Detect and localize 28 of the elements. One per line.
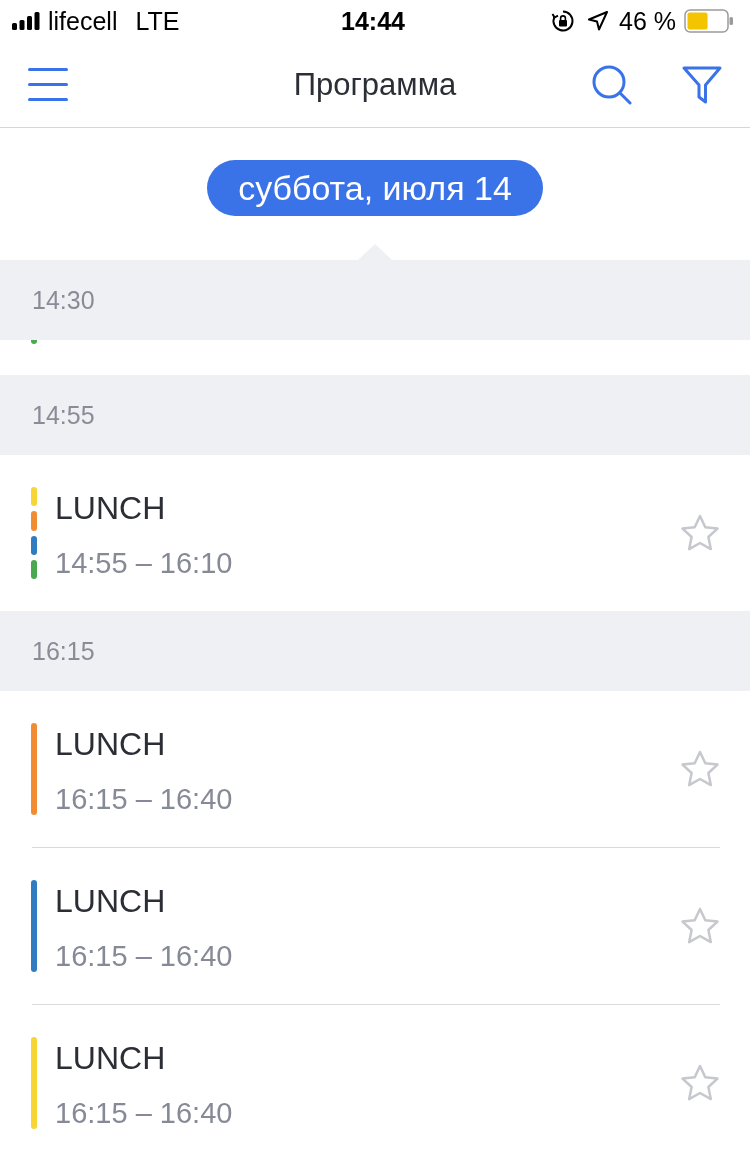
event-title: LUNCH bbox=[55, 882, 166, 921]
filter-icon[interactable] bbox=[682, 64, 722, 105]
network-type: LTE bbox=[135, 6, 180, 36]
time-slot-header: 14:30 bbox=[0, 260, 750, 340]
event-time-range: 16:15 – 16:40 bbox=[55, 939, 233, 974]
event-title: LUNCH bbox=[55, 489, 166, 528]
screen-title: Программа bbox=[293, 65, 457, 104]
star-icon[interactable] bbox=[680, 514, 720, 552]
status-time: 14:44 bbox=[341, 6, 405, 36]
event-time-range: 16:15 – 16:40 bbox=[55, 1096, 233, 1131]
star-icon[interactable] bbox=[680, 1064, 720, 1102]
date-selector-button[interactable]: суббота, июля 14 bbox=[207, 160, 543, 216]
event-time-range: 16:15 – 16:40 bbox=[55, 782, 233, 817]
star-icon[interactable] bbox=[680, 907, 720, 945]
search-icon[interactable] bbox=[592, 64, 632, 105]
carrier-name: lifecell bbox=[48, 6, 118, 36]
location-arrow-icon bbox=[587, 10, 609, 32]
time-slot-header: 14:55 bbox=[0, 375, 750, 455]
signal-bars-icon bbox=[12, 12, 40, 30]
event-title: LUNCH bbox=[55, 725, 166, 764]
battery-icon bbox=[684, 9, 734, 33]
event-title: LUNCH bbox=[55, 1039, 166, 1078]
time-slot-header: 16:15 bbox=[0, 611, 750, 691]
orientation-lock-icon bbox=[551, 9, 575, 33]
menu-icon[interactable] bbox=[28, 68, 68, 101]
event-time-range: 14:55 – 16:10 bbox=[55, 546, 233, 581]
battery-percentage: 46 % bbox=[619, 6, 676, 36]
star-icon[interactable] bbox=[680, 750, 720, 788]
